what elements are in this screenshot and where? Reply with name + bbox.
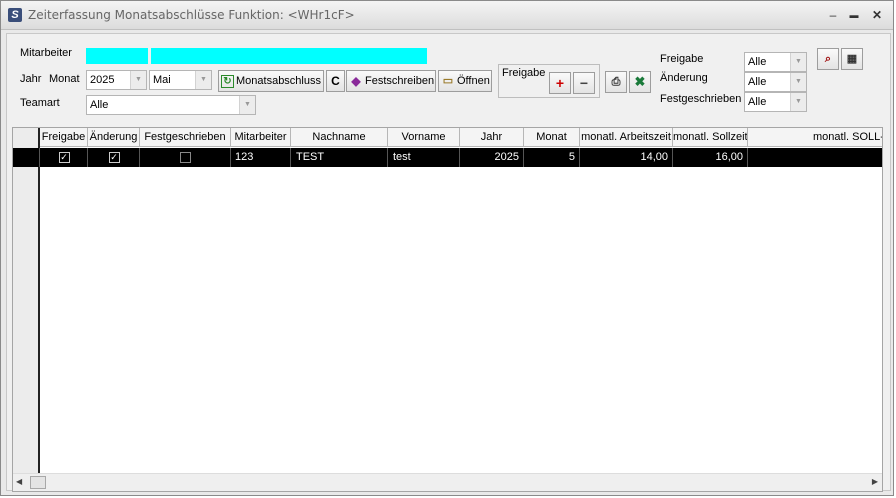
teamart-label: Teamart xyxy=(20,97,60,109)
main-window: S Zeiterfassung Monatsabschlüsse Funktio… xyxy=(0,0,894,496)
horizontal-scrollbar[interactable]: ◀ ▶ xyxy=(13,473,882,491)
c-button-label: C xyxy=(331,74,340,88)
row-header-column xyxy=(13,128,40,491)
title-bar[interactable]: S Zeiterfassung Monatsabschlüsse Funktio… xyxy=(1,1,893,30)
cell-freigabe[interactable]: ✓ xyxy=(40,148,88,167)
jahr-value: 2025 xyxy=(90,74,115,86)
cell-soll-i[interactable] xyxy=(748,148,882,167)
monat-value: Mai xyxy=(153,74,171,86)
c-button[interactable]: C xyxy=(326,70,345,92)
cell-vorname[interactable]: test xyxy=(388,148,460,167)
mitarbeiter-name-field[interactable] xyxy=(151,48,427,64)
column-header-soll-i[interactable]: monatl. SOLL-I xyxy=(748,128,882,147)
maximize-button[interactable]: ▬ xyxy=(846,7,862,23)
teamart-select[interactable]: Alle ▼ xyxy=(86,95,256,115)
freigabe-checkbox[interactable]: ✓ xyxy=(58,152,70,163)
column-header-festgeschrieben[interactable]: Festgeschrieben xyxy=(140,128,231,147)
printer-icon: ⎙ xyxy=(611,76,621,88)
print-button[interactable]: ⎙ xyxy=(605,71,627,93)
excel-icon: ✖ xyxy=(634,74,646,89)
scroll-left-icon[interactable]: ◀ xyxy=(16,477,22,486)
monatsabschluss-button[interactable]: ↻ Monatsabschluss xyxy=(218,70,324,92)
refresh-icon: ↻ xyxy=(221,74,234,88)
cell-arbeitszeit[interactable]: 14,00 xyxy=(580,148,673,167)
mitarbeiter-id-field[interactable] xyxy=(86,48,148,64)
excel-export-button[interactable]: ✖ xyxy=(629,71,651,93)
freigabe-group-label: Freigabe xyxy=(502,67,546,79)
aenderung-filter-value: Alle xyxy=(748,76,767,88)
chevron-down-icon[interactable]: ▼ xyxy=(790,53,806,71)
freigabe-filter-select[interactable]: Alle ▼ xyxy=(744,52,807,72)
column-header-vorname[interactable]: Vorname xyxy=(388,128,460,147)
aenderung-filter-label: Änderung xyxy=(660,72,708,84)
window-title: Zeiterfassung Monatsabschlüsse Funktion:… xyxy=(28,8,355,22)
jahr-select[interactable]: 2025 ▼ xyxy=(86,70,147,90)
jahr-label: Jahr xyxy=(20,73,42,85)
search-button[interactable]: ⌕ xyxy=(817,48,839,70)
column-header-nachname[interactable]: Nachname xyxy=(291,128,388,147)
book-icon: ◆ xyxy=(351,74,361,88)
oeffnen-button[interactable]: ▭ Öffnen xyxy=(438,70,492,92)
teamart-value: Alle xyxy=(90,99,109,111)
column-header-freigabe[interactable]: Freigabe xyxy=(40,128,88,147)
column-header-mitarbeiter[interactable]: Mitarbeiter xyxy=(231,128,291,147)
calculator-button[interactable]: ▦ xyxy=(841,48,863,70)
cell-monat[interactable]: 5 xyxy=(524,148,580,167)
festgeschrieben-filter-select[interactable]: Alle ▼ xyxy=(744,92,807,112)
chevron-down-icon[interactable]: ▼ xyxy=(790,73,806,91)
cell-mitarbeiter[interactable]: 123 xyxy=(231,148,291,167)
monat-label: Monat xyxy=(49,73,80,85)
monatsabschluss-table: Freigabe Änderung Festgeschrieben Mitarb… xyxy=(12,127,883,492)
festschreiben-label: Festschreiben xyxy=(365,75,435,87)
freigabe-add-button[interactable]: + xyxy=(549,72,571,94)
cell-jahr[interactable]: 2025 xyxy=(460,148,524,167)
plus-icon: + xyxy=(555,75,565,91)
freigabe-filter-label: Freigabe xyxy=(660,53,704,65)
scrollbar-thumb[interactable] xyxy=(30,476,46,489)
cell-aenderung[interactable]: ✓ xyxy=(88,148,140,167)
minus-icon: − xyxy=(579,75,589,91)
chevron-down-icon[interactable]: ▼ xyxy=(195,71,211,89)
monat-select[interactable]: Mai ▼ xyxy=(149,70,212,90)
cell-sollzeit[interactable]: 16,00 xyxy=(673,148,748,167)
cell-festgeschrieben[interactable] xyxy=(140,148,231,167)
mitarbeiter-label: Mitarbeiter xyxy=(20,47,72,59)
festgeschrieben-filter-label: Festgeschrieben xyxy=(660,93,742,105)
column-header-jahr[interactable]: Jahr xyxy=(460,128,524,147)
close-button[interactable]: ✕ xyxy=(869,7,885,23)
search-icon: ⌕ xyxy=(824,53,832,65)
festschreiben-button[interactable]: ◆ Festschreiben xyxy=(346,70,436,92)
freigabe-filter-value: Alle xyxy=(748,56,767,68)
column-header-arbeitszeit[interactable]: monatl. Arbeitszeit xyxy=(580,128,673,147)
aenderung-checkbox[interactable]: ✓ xyxy=(108,152,120,163)
aenderung-filter-select[interactable]: Alle ▼ xyxy=(744,72,807,92)
chevron-down-icon[interactable]: ▼ xyxy=(239,96,255,114)
monatsabschluss-label: Monatsabschluss xyxy=(236,75,321,87)
chevron-down-icon[interactable]: ▼ xyxy=(790,93,806,111)
folder-open-icon: ▭ xyxy=(442,75,454,87)
app-icon: S xyxy=(8,8,22,22)
column-header-sollzeit[interactable]: monatl. Sollzeit xyxy=(673,128,748,147)
chevron-down-icon[interactable]: ▼ xyxy=(130,71,146,89)
row-selector[interactable] xyxy=(13,148,40,167)
oeffnen-label: Öffnen xyxy=(457,75,490,87)
minimize-button[interactable]: – xyxy=(825,7,841,23)
column-header-monat[interactable]: Monat xyxy=(524,128,580,147)
freigabe-remove-button[interactable]: − xyxy=(573,72,595,94)
festgeschrieben-filter-value: Alle xyxy=(748,96,767,108)
festgeschrieben-checkbox[interactable] xyxy=(180,152,191,163)
content-panel: Mitarbeiter Jahr Monat 2025 ▼ Mai ▼ ↻ Mo… xyxy=(6,33,891,492)
scroll-right-icon[interactable]: ▶ xyxy=(872,477,878,486)
calculator-icon: ▦ xyxy=(846,53,858,65)
column-header-aenderung[interactable]: Änderung xyxy=(88,128,140,147)
cell-nachname[interactable]: TEST xyxy=(291,148,388,167)
freigabe-group: Freigabe + − xyxy=(498,64,600,98)
